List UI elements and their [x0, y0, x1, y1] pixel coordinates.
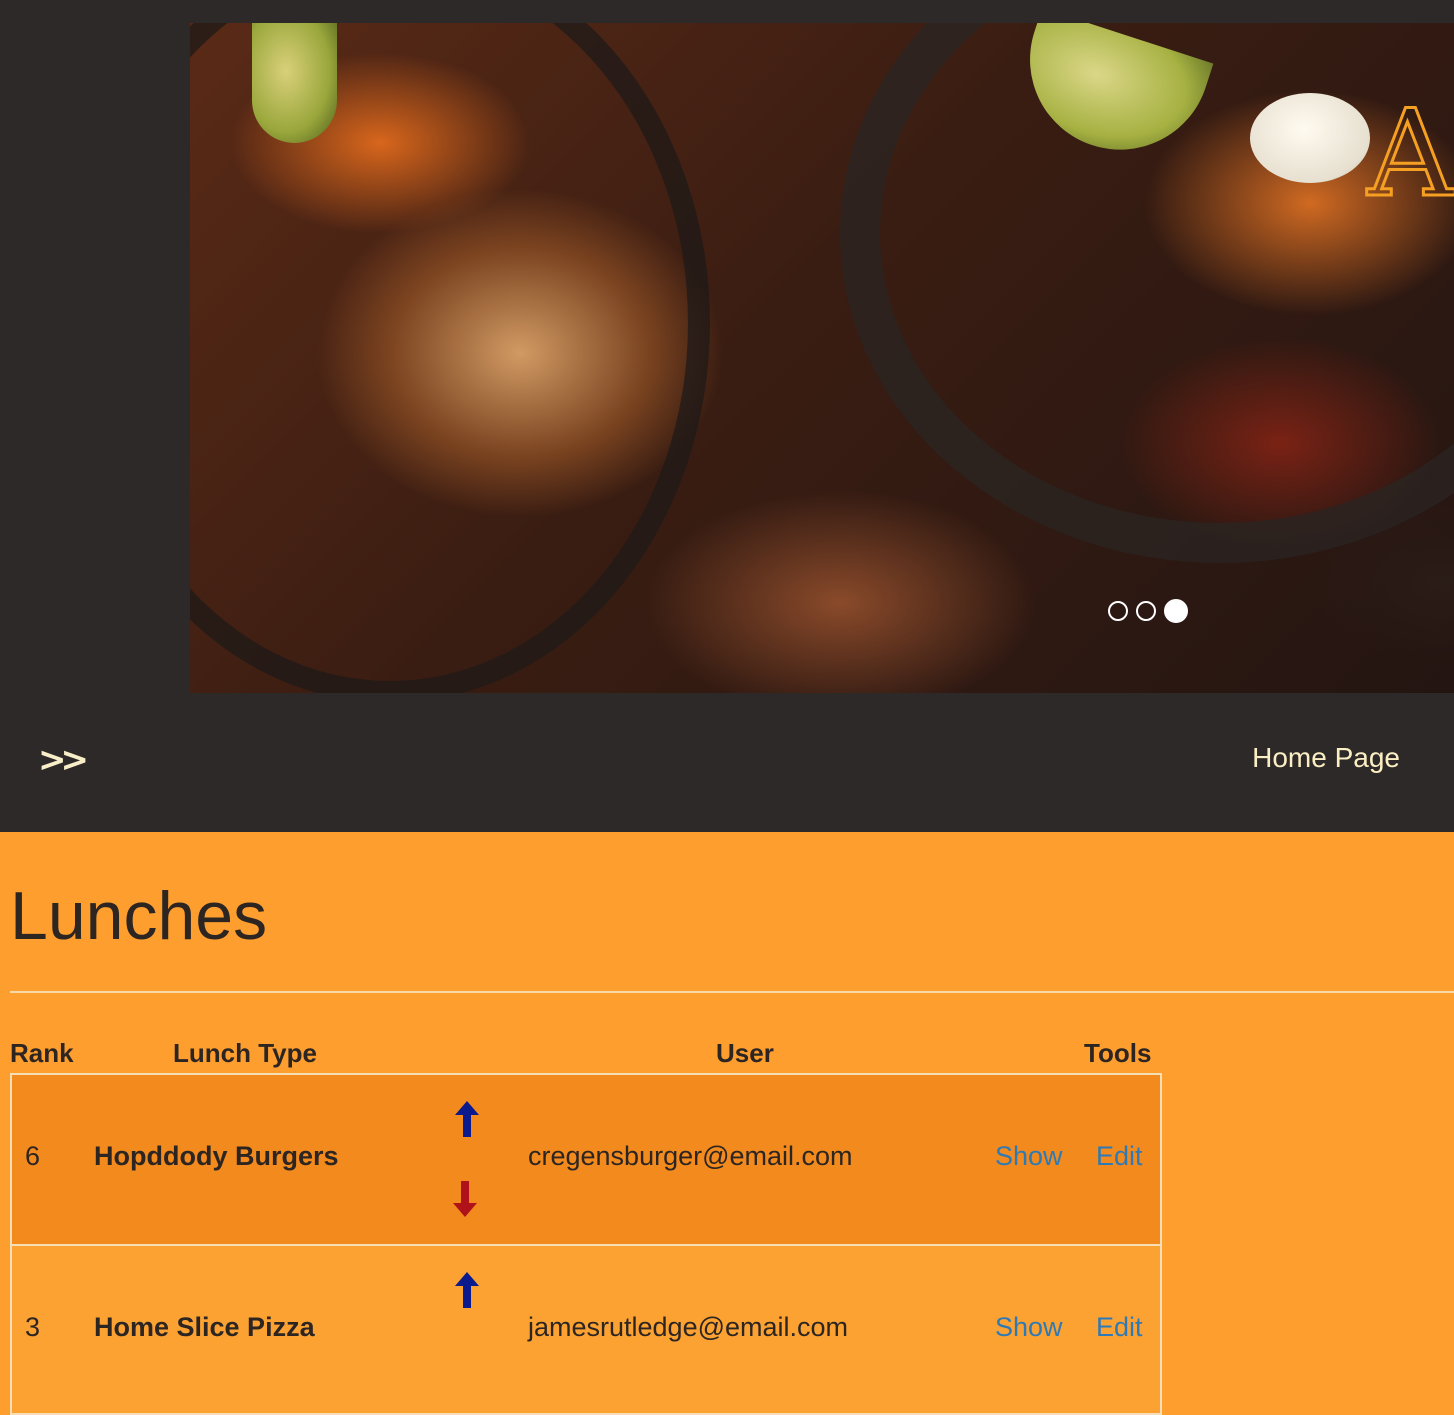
- edit-link[interactable]: Edit: [1096, 1312, 1143, 1343]
- column-header-user: User: [716, 1038, 774, 1068]
- table-row: 3 Home Slice Pizza jamesrutledge@email.c…: [12, 1244, 1160, 1413]
- column-header-lunch-type: Lunch Type: [173, 1038, 317, 1068]
- rank-cell: 6: [25, 1141, 41, 1171]
- table-row: 6 Hopddody Burgers cregensburger@email.c…: [12, 1075, 1160, 1244]
- brand-logo-icon: A: [1366, 85, 1454, 224]
- carousel-dot-3[interactable]: [1164, 599, 1188, 623]
- column-header-rank: Rank: [10, 1038, 74, 1068]
- avocado-slice: [252, 23, 337, 143]
- carousel-dot-2[interactable]: [1136, 601, 1156, 621]
- double-chevron-right-icon[interactable]: >>: [38, 740, 89, 780]
- user-email-cell: cregensburger@email.com: [528, 1141, 853, 1171]
- carousel-dot-1[interactable]: [1108, 601, 1128, 621]
- main-content: Lunches Rank Lunch Type User Tools 6 Hop…: [0, 832, 1454, 1415]
- arrow-up-icon[interactable]: [452, 1099, 482, 1146]
- home-page-link[interactable]: Home Page: [1252, 740, 1400, 776]
- lunch-type-cell: Hopddody Burgers: [94, 1141, 339, 1171]
- lunch-type-cell: Home Slice Pizza: [94, 1312, 315, 1342]
- sour-cream: [1250, 93, 1370, 183]
- rank-cell: 3: [25, 1312, 41, 1342]
- user-email-cell: jamesrutledge@email.com: [528, 1312, 849, 1342]
- arrow-down-icon[interactable]: [450, 1179, 480, 1226]
- table-header: Rank Lunch Type User Tools: [0, 1034, 1180, 1074]
- page-title: Lunches: [10, 878, 268, 954]
- arrow-up-icon[interactable]: [452, 1270, 482, 1317]
- lunches-table: 6 Hopddody Burgers cregensburger@email.c…: [10, 1073, 1162, 1415]
- column-header-tools: Tools: [1084, 1038, 1152, 1068]
- show-link[interactable]: Show: [995, 1312, 1063, 1343]
- edit-link[interactable]: Edit: [1096, 1141, 1143, 1172]
- divider: [10, 991, 1454, 993]
- show-link[interactable]: Show: [995, 1141, 1063, 1172]
- site-header: A >> Home Page: [0, 0, 1454, 832]
- hero-carousel[interactable]: A: [190, 23, 1454, 693]
- carousel-indicators: [1108, 598, 1188, 624]
